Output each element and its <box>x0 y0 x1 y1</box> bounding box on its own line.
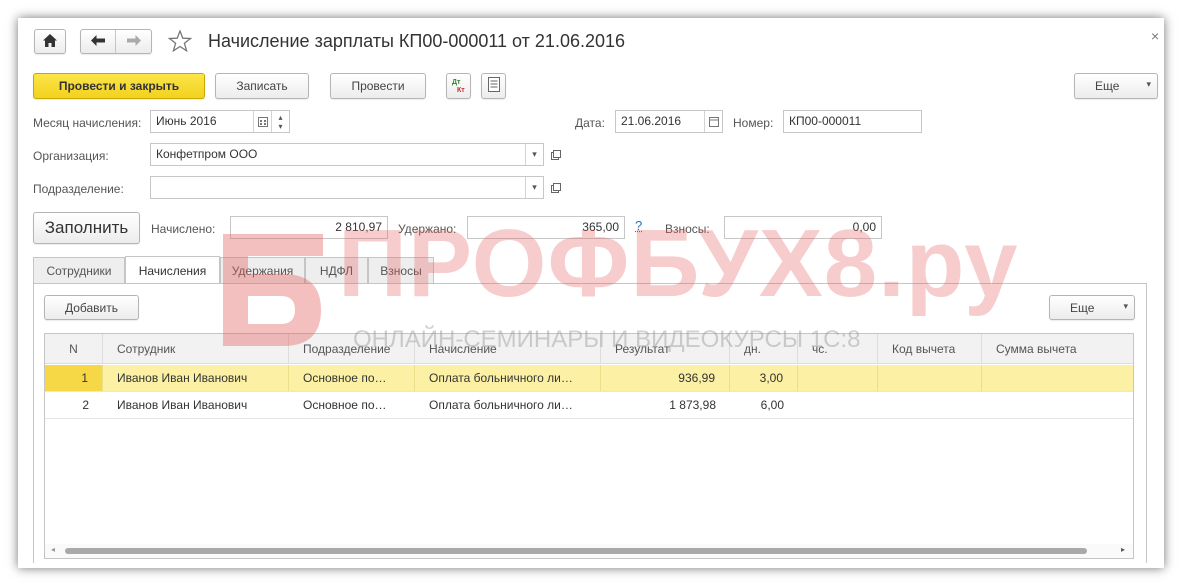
table-header: N Сотрудник Подразделение Начисление Рез… <box>45 334 1133 364</box>
department-cell: Основное по… <box>303 398 387 412</box>
scrollbar-thumb[interactable] <box>65 548 1087 554</box>
tab-employees[interactable]: Сотрудники <box>33 257 125 283</box>
hours-cell <box>798 365 878 391</box>
month-value: Июнь 2016 <box>156 114 217 128</box>
date-label: Дата: <box>575 116 605 130</box>
arrow-right-icon <box>126 34 141 49</box>
employee-cell: Иванов Иван Иванович <box>103 365 289 391</box>
dt-kt-postings-button[interactable]: Дт Кт <box>446 73 471 99</box>
column-header[interactable]: Код вычета <box>878 334 982 364</box>
dropdown-arrow-icon: ▾ <box>1123 301 1128 311</box>
open-department-icon[interactable] <box>547 177 565 198</box>
result-cell: 936,99 <box>601 365 730 391</box>
calendar-icon[interactable] <box>704 111 722 132</box>
days-cell: 3,00 <box>730 365 798 391</box>
scroll-right-icon[interactable]: ▸ <box>1121 545 1125 554</box>
department-field[interactable]: ▾ <box>150 176 544 199</box>
organization-field[interactable]: Конфетпром ООО ▾ <box>150 143 544 166</box>
accrued-field: 2 810,97 <box>230 216 388 239</box>
department-cell: Основное по… <box>289 365 415 391</box>
days-cell: 6,00 <box>760 398 784 412</box>
post-and-close-button[interactable]: Провести и закрыть <box>33 73 205 99</box>
column-header[interactable]: N <box>45 334 103 364</box>
add-row-button[interactable]: Добавить <box>44 295 139 320</box>
more-menu-button[interactable]: Еще ▾ <box>1074 73 1158 99</box>
row-number: 1 <box>45 365 103 391</box>
month-field[interactable]: Июнь 2016 ▴ ▾ <box>150 110 290 133</box>
organization-label: Организация: <box>33 149 109 163</box>
svg-text:Дт: Дт <box>452 79 461 86</box>
tab-deductions[interactable]: Удержания <box>220 257 305 283</box>
back-button[interactable] <box>81 30 117 53</box>
save-button[interactable]: Записать <box>215 73 309 99</box>
column-header[interactable]: Подразделение <box>289 334 415 364</box>
svg-text:Кт: Кт <box>457 87 465 93</box>
result-cell: 1 873,98 <box>669 398 716 412</box>
deduction-sum-cell <box>982 392 1133 418</box>
nav-buttons <box>80 29 152 54</box>
table-row[interactable]: 1 Иванов Иван Иванович Основное по… Опла… <box>45 365 1133 392</box>
tab-ndfl[interactable]: НДФЛ <box>305 257 368 283</box>
dt-kt-icon: Дт Кт <box>451 77 467 96</box>
arrow-left-icon <box>91 34 105 49</box>
scroll-left-icon[interactable]: ◂ <box>51 545 55 554</box>
column-header[interactable]: Сумма вычета <box>982 334 1133 364</box>
horizontal-scrollbar[interactable]: ◂ ▸ <box>45 544 1133 558</box>
dropdown-arrow-icon: ▾ <box>1146 79 1151 89</box>
fill-button[interactable]: Заполнить <box>33 212 140 244</box>
employee-cell: Иванов Иван Иванович <box>117 398 248 412</box>
accrual-cell: Оплата больничного ли… <box>429 398 573 412</box>
more-menu-label: Еще <box>1095 79 1120 93</box>
organization-value: Конфетпром ООО <box>156 147 258 161</box>
tab-contributions[interactable]: Взносы <box>368 257 434 283</box>
accruals-table: N Сотрудник Подразделение Начисление Рез… <box>44 333 1134 559</box>
document-window: Начисление зарплаты КП00-000011 от 21.06… <box>18 18 1164 568</box>
row-number: 2 <box>82 398 89 412</box>
help-icon[interactable]: ? <box>635 218 642 233</box>
deduction-sum-cell <box>982 365 1133 391</box>
department-label: Подразделение: <box>33 182 124 196</box>
number-label: Номер: <box>733 116 774 130</box>
withheld-label: Удержано: <box>398 222 457 236</box>
forward-button[interactable] <box>116 30 151 53</box>
column-header[interactable]: Начисление <box>415 334 601 364</box>
calendar-picker-icon[interactable] <box>253 111 271 132</box>
accrued-label: Начислено: <box>151 222 216 236</box>
table-row[interactable]: 2 Иванов Иван Иванович Основное по… Опла… <box>45 392 1133 419</box>
month-label: Месяц начисления: <box>33 116 142 130</box>
table-more-button[interactable]: Еще ▾ <box>1049 295 1135 320</box>
number-field[interactable]: КП00-000011 <box>783 110 922 133</box>
document-report-button[interactable] <box>481 73 506 99</box>
favorite-star-icon[interactable] <box>167 29 193 55</box>
contributions-field: 0,00 <box>724 216 882 239</box>
dropdown-arrow-icon[interactable]: ▾ <box>525 177 543 198</box>
column-header[interactable]: Сотрудник <box>103 334 289 364</box>
home-button[interactable] <box>34 29 66 54</box>
window-title: Начисление зарплаты КП00-000011 от 21.06… <box>208 31 626 51</box>
document-icon <box>487 77 500 95</box>
tab-accruals[interactable]: Начисления <box>125 256 220 284</box>
table-more-label: Еще <box>1070 300 1095 315</box>
month-spin-icon[interactable]: ▴ ▾ <box>271 111 289 132</box>
deduction-code-cell <box>878 392 982 418</box>
contributions-label: Взносы: <box>665 222 710 236</box>
withheld-field: 365,00 <box>467 216 625 239</box>
home-icon <box>43 33 57 50</box>
accrual-cell: Оплата больничного ли… <box>415 365 601 391</box>
column-header[interactable]: дн. <box>730 334 798 364</box>
column-header[interactable]: чс. <box>798 334 878 364</box>
dropdown-arrow-icon[interactable]: ▾ <box>525 144 543 165</box>
column-header[interactable]: Результат <box>601 334 730 364</box>
deduction-code-cell <box>878 365 982 391</box>
open-organization-icon[interactable] <box>547 144 565 165</box>
hours-cell <box>798 392 878 418</box>
close-icon[interactable]: × <box>1151 28 1159 44</box>
post-button[interactable]: Провести <box>330 73 426 99</box>
date-value: 21.06.2016 <box>621 114 682 128</box>
date-field[interactable]: 21.06.2016 <box>615 110 723 133</box>
